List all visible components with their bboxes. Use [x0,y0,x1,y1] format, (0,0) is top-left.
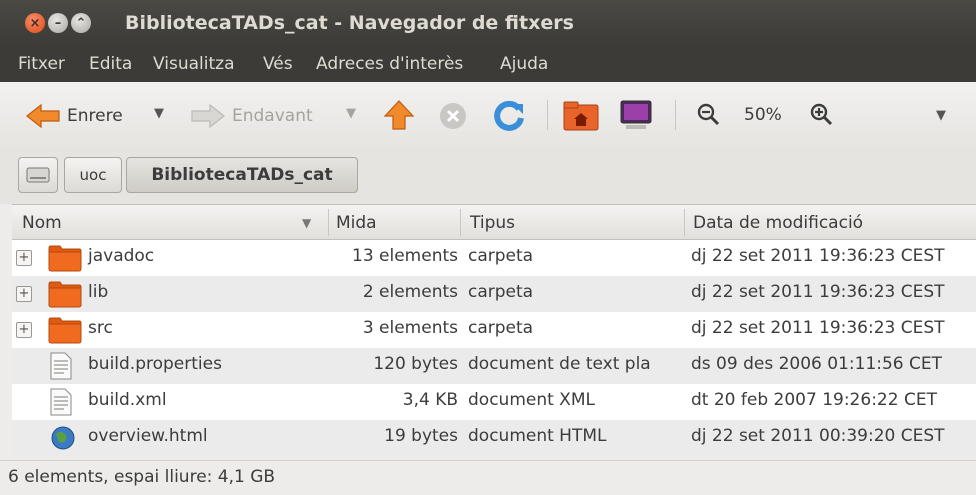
column-date[interactable]: Data de modificació [693,213,863,233]
file-size: 13 elements [352,246,458,266]
file-type: document HTML [468,426,607,446]
file-date: ds 09 des 2006 01:11:56 CET [691,354,943,374]
file-size: 19 bytes [384,426,458,446]
expand-icon[interactable]: + [16,286,32,302]
minimize-window-button[interactable]: – [48,13,68,33]
zoom-level[interactable]: 50% [744,105,782,125]
window-title: BibliotecaTADs_cat - Navegador de fitxer… [125,12,574,34]
column-separator [684,209,685,236]
toolbar-separator [547,100,548,130]
status-text: 6 elements, espai lliure: 4,1 GB [8,467,276,487]
back-history-dropdown-icon[interactable]: ▼ [154,106,164,121]
column-header-row: Nom ▼ Mida Tipus Data de modificació [12,204,976,240]
folder-icon [48,244,82,277]
html-file-icon [50,424,76,457]
text-file-icon [50,352,72,385]
computer-button[interactable] [618,99,654,131]
file-name: overview.html [88,426,208,446]
sort-descending-icon[interactable]: ▼ [302,216,311,230]
reload-icon [494,100,524,131]
computer-icon [620,100,652,129]
column-name[interactable]: Nom [22,213,62,233]
zoom-out-icon [697,103,720,126]
forward-label: Endavant [232,106,313,126]
file-type: carpeta [468,246,534,266]
file-date: dj 22 set 2011 19:36:23 CEST [691,318,945,338]
forward-button[interactable]: Endavant [190,101,313,131]
folder-icon [48,280,82,313]
file-row[interactable]: build.xml 3,4 KB document XML dt 20 feb 200… [12,384,976,420]
back-arrow-icon [26,103,60,129]
status-bar: 6 elements, espai lliure: 4,1 GB [0,460,976,495]
back-button[interactable]: Enrere [25,101,123,131]
up-button[interactable] [383,99,415,131]
up-arrow-icon [383,100,415,130]
back-label: Enrere [67,106,123,126]
file-name: javadoc [88,246,155,266]
zoom-in-icon [810,103,833,126]
stop-button[interactable] [438,101,468,131]
menu-edit[interactable]: Edita [89,54,132,74]
file-size: 120 bytes [373,354,458,374]
file-name: lib [88,282,109,302]
view-mode-dropdown-icon[interactable]: ▼ [936,108,946,123]
xml-file-icon [50,388,72,421]
file-row[interactable]: build.properties 120 bytes document de tex… [12,348,976,384]
maximize-icon: ⌃ [75,15,87,31]
menu-bar: Fitxer Edita Visualitza Vés Adreces d'in… [0,46,976,82]
file-name: build.xml [88,390,167,410]
menu-bookmarks[interactable]: Adreces d'interès [316,54,463,74]
file-name: build.properties [88,354,222,374]
file-name: src [88,318,113,338]
title-bar: × – ⌃ BibliotecaTADs_cat - Navegador de … [0,0,976,46]
stop-icon [440,103,466,129]
file-size: 3,4 KB [402,390,458,410]
file-date: dj 22 set 2011 19:36:23 CEST [691,246,945,266]
drive-icon [26,167,50,183]
zoom-out-button[interactable] [697,103,721,127]
toolbar-separator [675,100,676,130]
file-row[interactable]: + lib 2 elements carpeta dj 22 set 2011 19:3… [12,276,976,312]
minimize-icon: – [54,15,62,31]
file-date: dj 22 set 2011 00:39:20 CEST [691,426,945,446]
file-size: 2 elements [362,282,458,302]
file-date: dj 22 set 2011 19:36:23 CEST [691,282,945,302]
home-button[interactable] [563,99,599,131]
close-window-button[interactable]: × [25,13,45,33]
column-type[interactable]: Tipus [470,213,515,233]
file-type: document XML [468,390,595,410]
file-row[interactable]: overview.html 19 bytes document HTML dj 22 … [12,420,976,456]
file-size: 3 elements [362,318,458,338]
file-row[interactable]: + javadoc 13 elements carpeta dj 22 set 2011… [12,240,976,276]
menu-help[interactable]: Ajuda [500,54,548,74]
home-folder-icon [563,101,599,131]
file-type: document de text pla [468,354,651,374]
reload-button[interactable] [493,100,525,132]
maximize-window-button[interactable]: ⌃ [71,13,91,33]
breadcrumb-current[interactable]: BibliotecaTADs_cat [126,157,358,193]
file-row[interactable]: + src 3 elements carpeta dj 22 set 2011 19:3… [12,312,976,348]
file-type: carpeta [468,282,534,302]
column-size[interactable]: Mida [336,213,377,233]
column-separator [328,209,329,236]
menu-go[interactable]: Vés [263,54,293,74]
menu-view[interactable]: Visualitza [153,54,234,74]
file-type: carpeta [468,318,534,338]
file-date: dt 20 feb 2007 19:26:22 CET [691,390,937,410]
breadcrumb-drive[interactable] [18,157,58,193]
expand-icon[interactable]: + [16,250,32,266]
breadcrumb-uoc[interactable]: uoc [64,157,122,193]
menu-file[interactable]: Fitxer [18,54,65,74]
zoom-in-button[interactable] [810,103,834,127]
expand-icon[interactable]: + [16,322,32,338]
folder-icon [48,316,82,349]
close-icon: × [29,15,41,31]
column-separator [460,209,461,236]
forward-history-dropdown-icon[interactable]: ▼ [346,106,356,121]
forward-arrow-icon [191,103,225,129]
